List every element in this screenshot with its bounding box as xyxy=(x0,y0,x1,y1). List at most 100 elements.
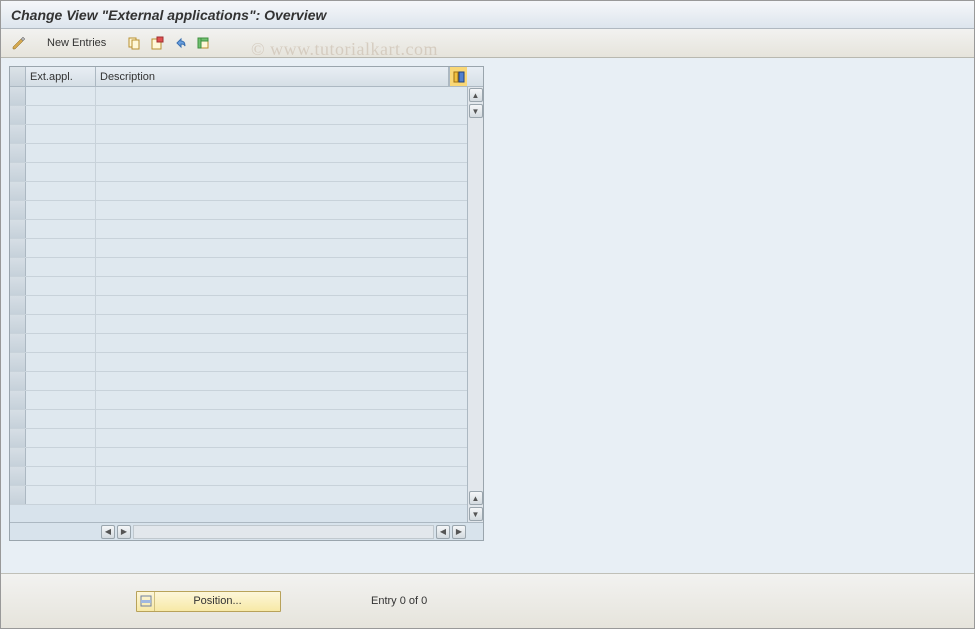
row-selector[interactable] xyxy=(10,277,26,295)
title-bar: Change View "External applications": Ove… xyxy=(1,1,974,29)
cell-ext-appl[interactable] xyxy=(26,258,96,276)
cell-description[interactable] xyxy=(96,201,467,219)
row-selector[interactable] xyxy=(10,467,26,485)
cell-ext-appl[interactable] xyxy=(26,315,96,333)
cell-description[interactable] xyxy=(96,448,467,466)
cell-description[interactable] xyxy=(96,429,467,447)
row-selector[interactable] xyxy=(10,353,26,371)
row-selector[interactable] xyxy=(10,372,26,390)
row-selector[interactable] xyxy=(10,163,26,181)
scroll-up-bottom-icon[interactable]: ▲ xyxy=(469,491,483,505)
application-toolbar: New Entries xyxy=(1,29,974,58)
row-selector[interactable] xyxy=(10,486,26,504)
cell-description[interactable] xyxy=(96,467,467,485)
row-selector[interactable] xyxy=(10,144,26,162)
position-button[interactable]: Position... xyxy=(136,591,281,612)
vertical-scrollbar[interactable]: ▲ ▼ ▲ ▼ xyxy=(467,87,483,522)
row-selector[interactable] xyxy=(10,296,26,314)
cell-ext-appl[interactable] xyxy=(26,87,96,105)
scroll-down-bottom-icon[interactable]: ▼ xyxy=(469,507,483,521)
table-row xyxy=(10,182,467,201)
cell-ext-appl[interactable] xyxy=(26,448,96,466)
cell-ext-appl[interactable] xyxy=(26,125,96,143)
row-selector[interactable] xyxy=(10,391,26,409)
row-selector[interactable] xyxy=(10,239,26,257)
grid-rows-area xyxy=(10,87,467,522)
cell-ext-appl[interactable] xyxy=(26,144,96,162)
grid-corner-cell[interactable] xyxy=(10,67,26,86)
cell-ext-appl[interactable] xyxy=(26,410,96,428)
cell-ext-appl[interactable] xyxy=(26,182,96,200)
table-row xyxy=(10,106,467,125)
select-all-icon[interactable] xyxy=(193,33,213,53)
cell-description[interactable] xyxy=(96,410,467,428)
col-header-ext-appl[interactable]: Ext.appl. xyxy=(26,67,96,86)
row-selector[interactable] xyxy=(10,448,26,466)
cell-description[interactable] xyxy=(96,391,467,409)
row-selector[interactable] xyxy=(10,315,26,333)
row-selector[interactable] xyxy=(10,106,26,124)
table-row xyxy=(10,315,467,334)
delete-icon[interactable] xyxy=(147,33,167,53)
row-selector[interactable] xyxy=(10,201,26,219)
cell-description[interactable] xyxy=(96,486,467,504)
cell-ext-appl[interactable] xyxy=(26,239,96,257)
cell-ext-appl[interactable] xyxy=(26,220,96,238)
row-selector[interactable] xyxy=(10,220,26,238)
undo-change-icon[interactable] xyxy=(170,33,190,53)
table-row xyxy=(10,486,467,505)
row-selector[interactable] xyxy=(10,429,26,447)
cell-description[interactable] xyxy=(96,372,467,390)
cell-ext-appl[interactable] xyxy=(26,391,96,409)
cell-description[interactable] xyxy=(96,277,467,295)
table-row xyxy=(10,125,467,144)
cell-ext-appl[interactable] xyxy=(26,334,96,352)
row-selector[interactable] xyxy=(10,87,26,105)
cell-ext-appl[interactable] xyxy=(26,486,96,504)
scroll-left-icon[interactable]: ◀ xyxy=(101,525,115,539)
table-row xyxy=(10,467,467,486)
scroll-right-end-icon[interactable]: ▶ xyxy=(452,525,466,539)
col-header-description[interactable]: Description xyxy=(96,67,449,86)
cell-description[interactable] xyxy=(96,296,467,314)
cell-description[interactable] xyxy=(96,125,467,143)
cell-ext-appl[interactable] xyxy=(26,372,96,390)
cell-description[interactable] xyxy=(96,163,467,181)
scroll-right-icon[interactable]: ▶ xyxy=(117,525,131,539)
new-entries-button[interactable]: New Entries xyxy=(41,33,112,53)
row-selector[interactable] xyxy=(10,125,26,143)
horizontal-scroll-track[interactable] xyxy=(133,525,434,539)
cell-ext-appl[interactable] xyxy=(26,296,96,314)
row-selector[interactable] xyxy=(10,182,26,200)
horizontal-scrollbar[interactable]: ◀ ▶ ◀ ▶ xyxy=(10,522,483,540)
cell-description[interactable] xyxy=(96,315,467,333)
cell-ext-appl[interactable] xyxy=(26,353,96,371)
toggle-display-change-icon[interactable] xyxy=(9,33,29,53)
cell-ext-appl[interactable] xyxy=(26,429,96,447)
cell-description[interactable] xyxy=(96,239,467,257)
row-selector[interactable] xyxy=(10,410,26,428)
cell-description[interactable] xyxy=(96,258,467,276)
scroll-down-icon[interactable]: ▼ xyxy=(469,104,483,118)
configure-columns-icon[interactable] xyxy=(449,67,467,86)
scroll-left-end-icon[interactable]: ◀ xyxy=(436,525,450,539)
row-selector[interactable] xyxy=(10,334,26,352)
table-row xyxy=(10,239,467,258)
cell-ext-appl[interactable] xyxy=(26,277,96,295)
table-row xyxy=(10,429,467,448)
copy-as-icon[interactable] xyxy=(124,33,144,53)
cell-description[interactable] xyxy=(96,353,467,371)
scroll-up-icon[interactable]: ▲ xyxy=(469,88,483,102)
cell-description[interactable] xyxy=(96,144,467,162)
cell-description[interactable] xyxy=(96,220,467,238)
cell-ext-appl[interactable] xyxy=(26,106,96,124)
cell-description[interactable] xyxy=(96,334,467,352)
cell-description[interactable] xyxy=(96,106,467,124)
cell-ext-appl[interactable] xyxy=(26,467,96,485)
cell-ext-appl[interactable] xyxy=(26,163,96,181)
cell-description[interactable] xyxy=(96,87,467,105)
cell-description[interactable] xyxy=(96,182,467,200)
cell-ext-appl[interactable] xyxy=(26,201,96,219)
row-selector[interactable] xyxy=(10,258,26,276)
entry-count-text: Entry 0 of 0 xyxy=(371,595,427,607)
